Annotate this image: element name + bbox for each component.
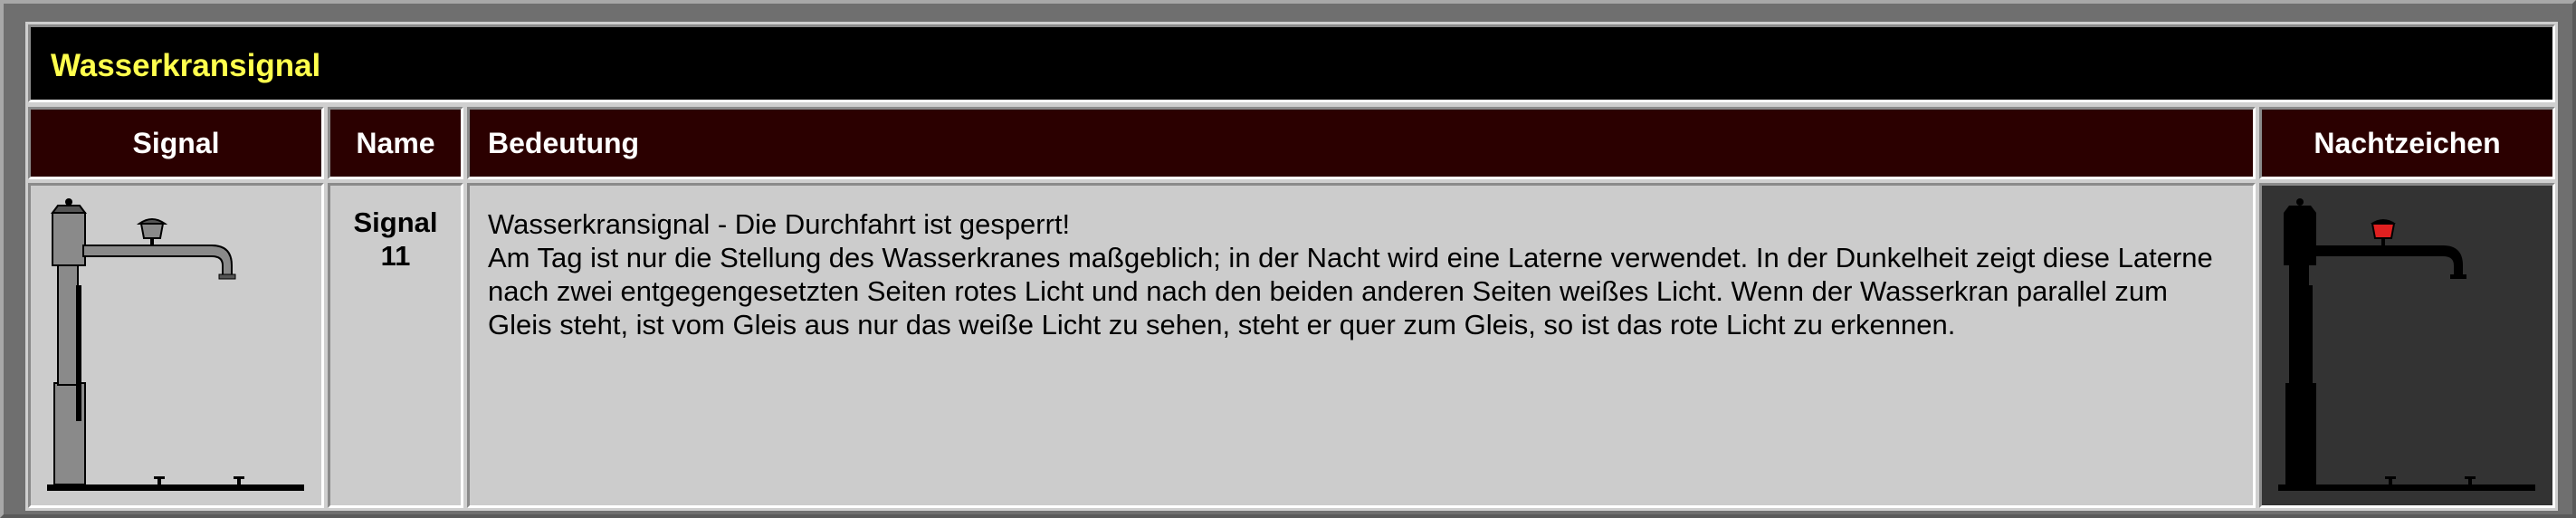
header-meaning: Bedeutung: [467, 107, 2256, 179]
signal-name-line1: Signal: [353, 206, 438, 238]
water-crane-night-icon: [2278, 198, 2535, 491]
signal-name-line2: 11: [380, 240, 411, 272]
signal-meaning: Wasserkransignal - Die Durchfahrt ist ge…: [488, 207, 2235, 341]
header-signal: Signal: [28, 107, 324, 179]
meaning-headline: Wasserkransignal - Die Durchfahrt ist ge…: [488, 208, 1071, 240]
water-crane-day-icon: [47, 198, 304, 491]
signal-table: Wasserkransignal Signal Name Bedeutung N…: [25, 22, 2558, 511]
night-image-cell: [2259, 183, 2555, 508]
table-title-bar: Wasserkransignal: [28, 24, 2555, 102]
signal-name-cell: Signal 11: [328, 183, 463, 508]
signal-name: Signal 11: [330, 206, 461, 273]
page-frame: Wasserkransignal Signal Name Bedeutung N…: [0, 0, 2576, 518]
table-title: Wasserkransignal: [51, 48, 321, 83]
signal-meaning-cell: Wasserkransignal - Die Durchfahrt ist ge…: [467, 183, 2256, 508]
meaning-description: Am Tag ist nur die Stellung des Wasserkr…: [488, 242, 2213, 341]
signal-image-cell: [28, 183, 324, 508]
header-night: Nachtzeichen: [2259, 107, 2555, 179]
header-name: Name: [328, 107, 463, 179]
